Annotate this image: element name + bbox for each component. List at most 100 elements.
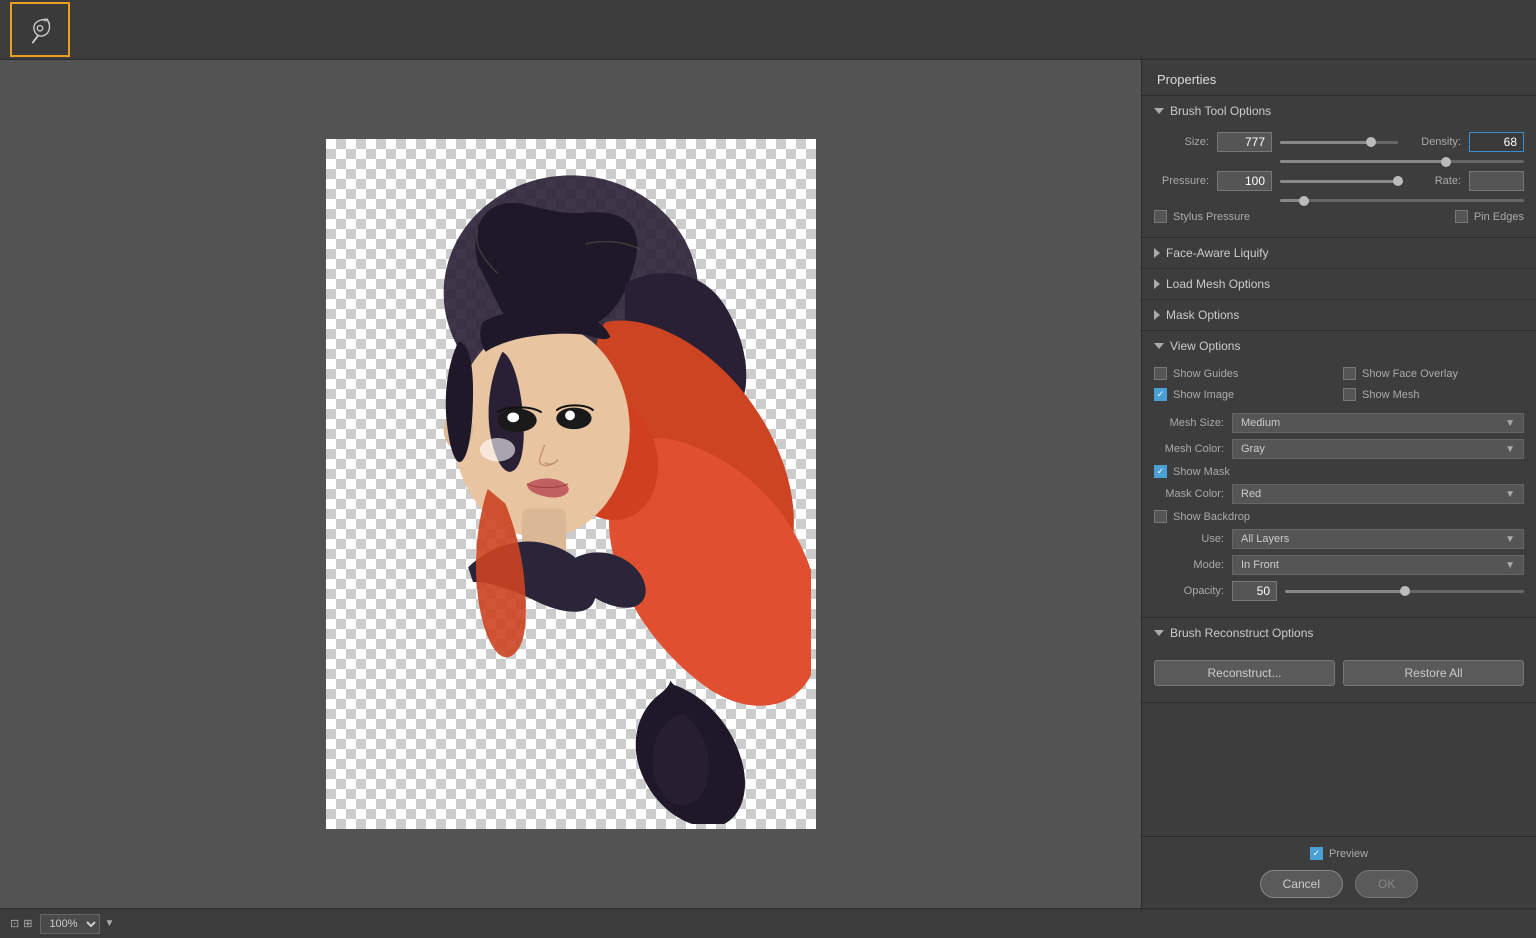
section-header-face-aware[interactable]: Face-Aware Liquify [1142, 238, 1536, 268]
density-slider-track[interactable] [1280, 160, 1524, 163]
show-guides-checkbox[interactable] [1154, 367, 1167, 380]
top-toolbar [0, 0, 1536, 60]
rate-input[interactable] [1469, 171, 1524, 191]
section-header-load-mesh[interactable]: Load Mesh Options [1142, 269, 1536, 299]
size-slider-fill [1280, 141, 1371, 144]
size-slider-thumb[interactable] [1366, 137, 1376, 147]
zoom-select[interactable]: 100% 50% 75% 150% 200% [40, 914, 100, 934]
triangle-open-icon-view [1154, 343, 1164, 349]
mesh-color-row: Mesh Color: Gray ▼ [1154, 439, 1524, 459]
show-backdrop-row: Show Backdrop [1154, 510, 1524, 523]
mask-color-dropdown[interactable]: Red ▼ [1232, 484, 1524, 504]
mode-value: In Front [1241, 559, 1279, 571]
panel-footer: Preview Cancel OK [1142, 836, 1536, 908]
show-backdrop-label: Show Backdrop [1173, 511, 1250, 523]
cancel-button[interactable]: Cancel [1260, 870, 1343, 898]
triangle-open-icon [1154, 108, 1164, 114]
section-header-view-options[interactable]: View Options [1142, 331, 1536, 361]
reconstruct-buttons-row: Reconstruct... Restore All [1154, 654, 1524, 692]
use-value: All Layers [1241, 533, 1289, 545]
opacity-input[interactable] [1232, 581, 1277, 601]
footer-buttons: Cancel OK [1157, 870, 1521, 898]
show-mask-label: Show Mask [1173, 466, 1230, 478]
zoom-dropdown-arrow: ▼ [104, 918, 114, 929]
canvas-artwork [326, 139, 816, 829]
section-brush-tool-options: Brush Tool Options Size: Density: [1142, 96, 1536, 238]
opacity-slider-thumb[interactable] [1400, 586, 1410, 596]
show-mesh-label: Show Mesh [1362, 389, 1419, 401]
rate-label: Rate: [1406, 175, 1461, 187]
section-title-load-mesh: Load Mesh Options [1166, 277, 1270, 291]
canvas-area[interactable] [0, 60, 1141, 908]
use-dropdown[interactable]: All Layers ▼ [1232, 529, 1524, 549]
mode-dropdown[interactable]: In Front ▼ [1232, 555, 1524, 575]
show-face-overlay-checkbox[interactable] [1343, 367, 1356, 380]
section-header-mask-options[interactable]: Mask Options [1142, 300, 1536, 330]
section-title-brush-tool: Brush Tool Options [1170, 104, 1271, 118]
section-header-brush-tool[interactable]: Brush Tool Options [1142, 96, 1536, 126]
canvas-container [326, 139, 816, 829]
rate-slider-thumb[interactable] [1299, 196, 1309, 206]
tool-icon-box[interactable] [10, 2, 70, 57]
size-slider-track[interactable] [1280, 141, 1398, 144]
preview-checkbox[interactable] [1310, 847, 1323, 860]
size-input[interactable] [1217, 132, 1272, 152]
preview-row: Preview [1157, 847, 1521, 860]
pressure-slider-fill [1280, 180, 1398, 183]
view-options-grid: Show Guides Show Face Overlay Show Image [1154, 367, 1524, 405]
stylus-pressure-label: Stylus Pressure [1173, 211, 1250, 223]
mode-arrow: ▼ [1505, 560, 1515, 571]
panel-spacer [1142, 703, 1536, 836]
pressure-slider-track[interactable] [1280, 180, 1398, 183]
stylus-pressure-checkbox[interactable] [1154, 210, 1167, 223]
pressure-input[interactable] [1217, 171, 1272, 191]
mask-color-row: Mask Color: Red ▼ [1154, 484, 1524, 504]
triangle-closed-icon-mesh [1154, 279, 1160, 289]
mesh-color-value: Gray [1241, 443, 1265, 455]
status-icons: ⊡ ⊞ [10, 917, 32, 930]
stylus-pressure-row: Stylus Pressure [1154, 210, 1250, 223]
show-image-label: Show Image [1173, 389, 1234, 401]
show-image-checkbox[interactable] [1154, 388, 1167, 401]
density-slider-row [1154, 160, 1524, 163]
zoom-control: 100% 50% 75% 150% 200% ▼ [40, 914, 114, 934]
mesh-size-dropdown[interactable]: Medium ▼ [1232, 413, 1524, 433]
show-mask-checkbox[interactable] [1154, 465, 1167, 478]
size-row: Size: Density: [1154, 132, 1524, 152]
density-slider-thumb[interactable] [1441, 157, 1451, 167]
mesh-size-value: Medium [1241, 417, 1280, 429]
show-face-overlay-label: Show Face Overlay [1362, 368, 1458, 380]
panel-title: Properties [1142, 60, 1536, 96]
artwork-svg [331, 144, 811, 824]
triangle-open-icon-reconstruct [1154, 630, 1164, 636]
show-mask-row: Show Mask [1154, 465, 1524, 478]
mode-label: Mode: [1154, 559, 1224, 571]
brush-reconstruct-content: Reconstruct... Restore All [1142, 648, 1536, 702]
section-header-brush-reconstruct[interactable]: Brush Reconstruct Options [1142, 618, 1536, 648]
properties-panel: Properties Brush Tool Options Size: Dens… [1141, 60, 1536, 908]
mesh-color-arrow: ▼ [1505, 444, 1515, 455]
mesh-color-label: Mesh Color: [1154, 443, 1224, 455]
rate-slider-track[interactable] [1280, 199, 1524, 202]
pin-edges-checkbox[interactable] [1455, 210, 1468, 223]
mesh-color-dropdown[interactable]: Gray ▼ [1232, 439, 1524, 459]
use-arrow: ▼ [1505, 534, 1515, 545]
ok-button[interactable]: OK [1355, 870, 1418, 898]
mask-color-label: Mask Color: [1154, 488, 1224, 500]
reconstruct-button[interactable]: Reconstruct... [1154, 660, 1335, 686]
checkbox-options-row: Stylus Pressure Pin Edges [1154, 210, 1524, 227]
show-backdrop-checkbox[interactable] [1154, 510, 1167, 523]
show-mesh-checkbox[interactable] [1343, 388, 1356, 401]
density-label: Density: [1406, 136, 1461, 148]
mask-color-dropdown-wrapper: Red ▼ [1232, 484, 1524, 504]
density-input[interactable] [1469, 132, 1524, 152]
mesh-color-dropdown-wrapper: Gray ▼ [1232, 439, 1524, 459]
opacity-slider-track[interactable] [1285, 590, 1524, 593]
mesh-size-row: Mesh Size: Medium ▼ [1154, 413, 1524, 433]
view-options-content: Show Guides Show Face Overlay Show Image [1142, 361, 1536, 617]
section-title-view-options: View Options [1170, 339, 1240, 353]
restore-all-button[interactable]: Restore All [1343, 660, 1524, 686]
rate-slider-row [1154, 199, 1524, 202]
pressure-slider-thumb[interactable] [1393, 176, 1403, 186]
show-face-overlay-row: Show Face Overlay [1343, 367, 1524, 380]
